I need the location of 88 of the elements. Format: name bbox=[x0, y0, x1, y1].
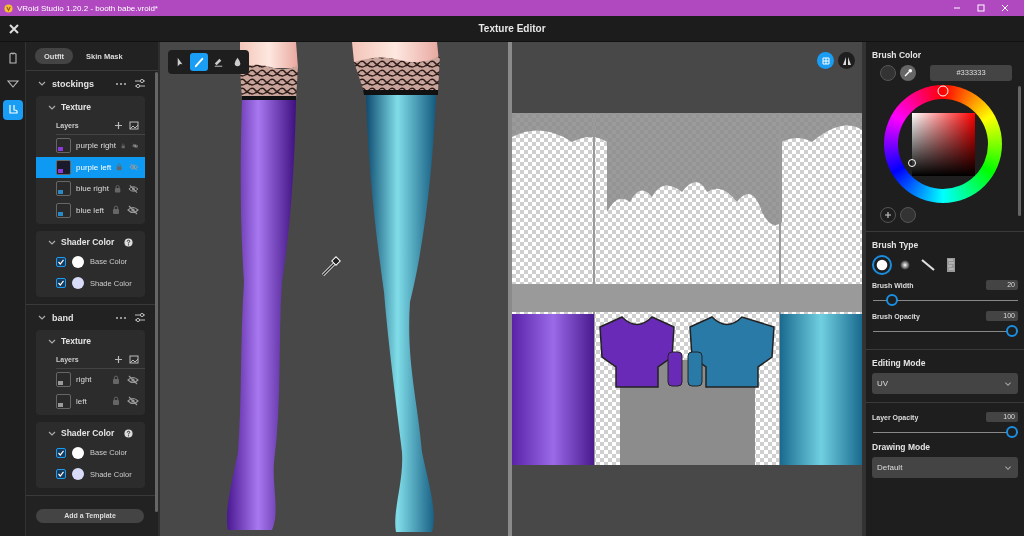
scrollbar[interactable] bbox=[1018, 86, 1021, 216]
section-title: Brush Type bbox=[872, 240, 920, 250]
tool-button[interactable] bbox=[190, 53, 208, 71]
layer-item[interactable]: left bbox=[36, 390, 145, 412]
slider-thumb[interactable] bbox=[886, 294, 899, 306]
image-icon[interactable] bbox=[129, 354, 139, 364]
eyedropper-cursor-icon bbox=[321, 256, 341, 277]
layer-name: purple left bbox=[76, 162, 112, 172]
more-icon[interactable] bbox=[115, 314, 127, 321]
pencil-icon bbox=[192, 55, 206, 69]
section-title: Shader Color bbox=[61, 428, 116, 438]
checkmark-icon bbox=[57, 448, 65, 457]
layer-name: right bbox=[76, 375, 93, 385]
chevron-icon[interactable] bbox=[48, 337, 56, 345]
checkmark-icon bbox=[57, 279, 65, 288]
hidden-eye-icon[interactable] bbox=[127, 374, 139, 385]
checkbox[interactable] bbox=[56, 447, 66, 458]
part-name: stockings bbox=[52, 78, 95, 89]
lock-icon[interactable] bbox=[113, 183, 122, 194]
chevron-icon bbox=[1004, 380, 1012, 387]
view-toggle[interactable] bbox=[817, 52, 834, 69]
section-title: Texture bbox=[61, 102, 93, 112]
window-title: VRoid Studio 1.20.2 - booth babe.vroid* bbox=[17, 3, 159, 13]
image-icon[interactable] bbox=[129, 120, 139, 130]
sliders-icon[interactable] bbox=[134, 312, 146, 323]
checkmark-icon bbox=[57, 257, 65, 266]
color-swatch[interactable] bbox=[72, 446, 84, 459]
plus-icon[interactable] bbox=[114, 354, 123, 364]
section-title: Texture bbox=[61, 336, 93, 346]
chevron-icon bbox=[1004, 464, 1012, 471]
checkmark-icon bbox=[57, 470, 65, 479]
lock-icon[interactable] bbox=[112, 374, 120, 385]
color-swatch[interactable] bbox=[72, 255, 84, 268]
drawing-mode-dropdown[interactable]: Default bbox=[872, 457, 1018, 478]
rail-tab[interactable] bbox=[2, 100, 23, 120]
chevron-icon[interactable] bbox=[48, 238, 56, 246]
view-toggle[interactable] bbox=[838, 52, 855, 69]
editing-mode-dropdown[interactable]: UV bbox=[872, 373, 1018, 394]
layer-name: purple right bbox=[76, 141, 117, 151]
preset-swatch[interactable] bbox=[900, 207, 916, 223]
layer-name: blue left bbox=[76, 205, 106, 215]
plus-icon bbox=[884, 211, 892, 219]
app-logo-icon bbox=[4, 3, 13, 13]
layer-item[interactable]: blue right bbox=[36, 178, 145, 200]
editor-title: Texture Editor bbox=[478, 23, 546, 34]
current-color-swatch[interactable] bbox=[880, 65, 896, 81]
section-title: Drawing Mode bbox=[872, 442, 932, 452]
layer-item[interactable]: purple right bbox=[36, 135, 145, 157]
layer-item[interactable]: right bbox=[36, 369, 145, 391]
lock-icon[interactable] bbox=[121, 140, 126, 151]
hidden-eye-icon[interactable] bbox=[128, 183, 139, 194]
chevron-icon[interactable] bbox=[38, 314, 46, 321]
checkbox[interactable] bbox=[56, 256, 66, 267]
section-title: Brush Color bbox=[872, 50, 923, 60]
layer-name: left bbox=[76, 396, 88, 406]
slider-thumb[interactable] bbox=[1006, 426, 1018, 438]
eyedropper-icon bbox=[903, 68, 913, 78]
more-icon[interactable] bbox=[115, 80, 127, 87]
checkbox[interactable] bbox=[56, 278, 66, 289]
section-title: Shader Color bbox=[61, 237, 116, 247]
plus-icon[interactable] bbox=[114, 120, 123, 130]
color-swatch[interactable] bbox=[72, 468, 84, 481]
mirror-icon bbox=[841, 55, 852, 66]
hidden-eye-icon[interactable] bbox=[127, 396, 139, 407]
chevron-icon[interactable] bbox=[38, 80, 46, 87]
layer-name: blue right bbox=[76, 184, 109, 194]
lock-icon[interactable] bbox=[112, 396, 120, 407]
hidden-eye-icon[interactable] bbox=[132, 140, 139, 151]
section-title: Editing Mode bbox=[872, 358, 927, 368]
close-icon[interactable] bbox=[8, 22, 20, 35]
sliders-icon[interactable] bbox=[134, 78, 146, 89]
chevron-icon[interactable] bbox=[48, 429, 56, 437]
slider-thumb[interactable] bbox=[1006, 325, 1018, 337]
hidden-eye-icon[interactable] bbox=[127, 205, 139, 216]
color-swatch[interactable] bbox=[72, 277, 84, 290]
eyedropper-button[interactable] bbox=[900, 65, 916, 81]
layer-item[interactable]: blue left bbox=[36, 199, 145, 221]
brush-type-button[interactable] bbox=[872, 255, 892, 275]
maximize-icon[interactable] bbox=[976, 3, 986, 13]
chevron-icon[interactable] bbox=[48, 103, 56, 111]
lock-icon[interactable] bbox=[112, 205, 120, 216]
line-brush-icon bbox=[919, 256, 937, 274]
help-icon[interactable] bbox=[124, 237, 133, 247]
grid-icon bbox=[821, 56, 830, 65]
help-icon[interactable] bbox=[124, 428, 133, 438]
part-name: band bbox=[52, 312, 75, 323]
checkbox[interactable] bbox=[56, 469, 66, 480]
scrollbar[interactable] bbox=[155, 72, 158, 512]
